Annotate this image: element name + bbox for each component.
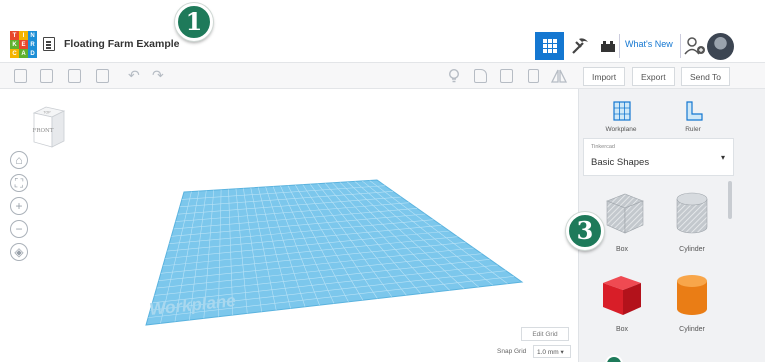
workplane-tool[interactable]: Workplane [591, 95, 651, 135]
ruler-tool-label: Ruler [685, 126, 701, 133]
codeblocks-view-button[interactable] [566, 32, 594, 60]
shape-label: Cylinder [679, 326, 705, 333]
document-icon[interactable] [43, 37, 55, 51]
panel-scrollbar[interactable] [728, 181, 732, 219]
shape-library-dropdown[interactable]: Tinkercad Basic Shapes ▾ [583, 138, 734, 176]
snap-grid-label: Snap Grid [497, 348, 527, 355]
shape-box-solid[interactable]: Box [591, 271, 653, 341]
whats-new-link[interactable]: What's New [625, 39, 673, 49]
workplane-icon [613, 101, 631, 121]
library-name: Basic Shapes [591, 157, 650, 168]
design-title[interactable]: Floating Farm Example [64, 38, 180, 50]
shape-label: Box [615, 246, 629, 253]
logo-letter: K [10, 40, 19, 49]
snap-grid-select[interactable]: 1.0 mm ▾ [533, 345, 571, 358]
logo-letter: D [28, 49, 37, 58]
shapes-panel: Workplane Ruler Tinkercad Basic Shapes ▾… [578, 89, 765, 362]
chevron-down-icon: ▾ [720, 153, 725, 162]
align-icon[interactable] [528, 69, 539, 83]
header-divider [619, 34, 620, 58]
ruler-icon [686, 101, 703, 121]
tinkercad-logo[interactable]: TINKERCAD [10, 31, 37, 58]
logo-letter: E [19, 40, 28, 49]
3d-design-view-button[interactable] [535, 32, 564, 60]
box-solid-icon [603, 276, 641, 315]
header-divider [680, 34, 681, 58]
group-icon[interactable] [500, 69, 513, 83]
edit-toolbar: ↶ ↷ Import Export Send To [0, 62, 765, 89]
grid-icon [542, 39, 557, 53]
shape-label: Box [615, 326, 629, 333]
send-to-button[interactable]: Send To [681, 67, 731, 86]
mirror-icon[interactable] [550, 68, 568, 84]
brick-icon [601, 40, 615, 52]
redo-icon[interactable]: ↷ [152, 68, 164, 82]
cylinder-hole-icon [676, 192, 708, 234]
logo-letter: N [28, 31, 37, 40]
logo-letter: R [28, 40, 37, 49]
callout-badge-partial [605, 355, 623, 362]
edit-grid-button[interactable]: Edit Grid [521, 327, 569, 341]
workplane-tool-label: Workplane [605, 126, 637, 133]
shape-label: Cylinder [679, 246, 705, 253]
avatar-icon[interactable] [707, 33, 734, 60]
add-user-icon[interactable] [683, 36, 707, 56]
bricks-view-button[interactable] [596, 32, 620, 60]
light-bulb-icon[interactable] [448, 69, 460, 84]
import-button[interactable]: Import [583, 67, 626, 86]
logo-letter: I [19, 31, 28, 40]
logo-letter: T [10, 31, 19, 40]
duplicate-icon[interactable] [68, 69, 81, 83]
workplane-grid[interactable]: Workplane [0, 89, 578, 362]
cylinder-solid-icon [677, 275, 707, 315]
hammer-pickaxe-icon [572, 38, 588, 54]
shape-cylinder-solid[interactable]: Cylinder [661, 271, 723, 341]
callout-badge-3: 3 [566, 212, 604, 250]
undo-icon[interactable]: ↶ [128, 68, 140, 82]
logo-letter: A [19, 49, 28, 58]
logo-letter: C [10, 49, 19, 58]
copy-icon[interactable] [14, 69, 27, 83]
callout-badge-1: 1 [175, 3, 213, 41]
shape-cylinder-hole[interactable]: Cylinder [661, 189, 723, 259]
paste-icon[interactable] [40, 69, 53, 83]
library-category: Tinkercad [591, 144, 615, 150]
3d-workspace[interactable]: TOP FRONT ⌂ ⛶ + − ◈ Workplane Edit Grid … [0, 89, 578, 362]
ruler-tool[interactable]: Ruler [663, 95, 723, 135]
export-button[interactable]: Export [632, 67, 675, 86]
note-icon[interactable] [474, 69, 487, 83]
delete-icon[interactable] [96, 69, 109, 83]
top-header: TINKERCAD Floating Farm Example What's N… [0, 0, 765, 62]
